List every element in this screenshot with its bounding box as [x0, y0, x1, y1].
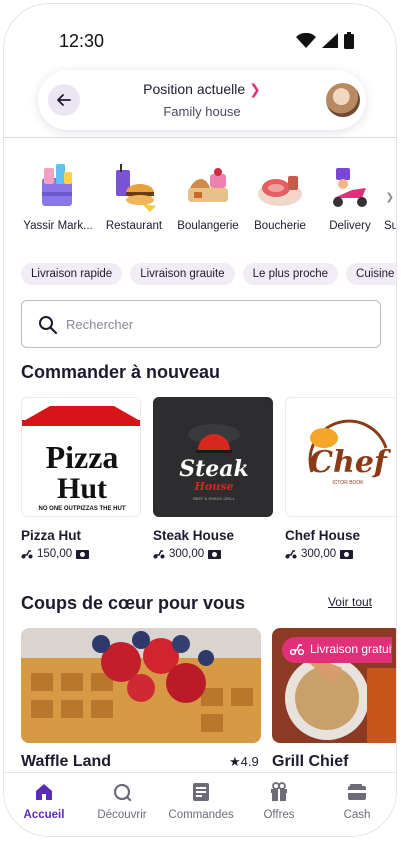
location-title-text: Position actuelle: [143, 81, 246, 97]
waffle-land-image[interactable]: [21, 628, 261, 743]
chip-cuisine[interactable]: Cuisine: [346, 263, 396, 285]
chip-livraison-gratuite[interactable]: Livraison grauite: [130, 263, 235, 285]
restaurant-name: Steak House: [153, 528, 235, 543]
search-input[interactable]: Rechercher: [21, 300, 381, 348]
nav-label: Accueil: [23, 809, 65, 821]
restaurant-price: 300,00: [153, 548, 273, 560]
orders-icon: [163, 781, 239, 803]
scooter-icon: [21, 549, 33, 558]
steak-house-logo-text-1: Steak: [179, 456, 249, 482]
scooter-icon: [285, 549, 297, 558]
grill-chief-name[interactable]: Grill Chief: [272, 753, 348, 771]
pizza-hut-tagline: NO ONE OUTPIZZAS THE HUT: [39, 506, 126, 512]
chip-plus-proche[interactable]: Le plus proche: [242, 263, 339, 285]
steak-house-logo-text-2: House: [194, 480, 234, 493]
location-title[interactable]: Position actuelle ❯: [38, 81, 366, 98]
category-restaurant[interactable]: Restaurant: [96, 162, 172, 232]
steak-house-logo: Steak House BEEF & SHACK GRILL: [153, 397, 273, 517]
delivery-scooter-icon: [322, 162, 378, 212]
restaurant-name: Pizza Hut: [21, 528, 82, 543]
category-label: Boulangerie: [177, 220, 239, 232]
chip-livraison-rapide[interactable]: Livraison rapide: [21, 263, 123, 285]
category-label: Delivery: [329, 220, 371, 232]
search-placeholder: Rechercher: [66, 317, 134, 332]
waffle-land-rating: ★4.9: [229, 754, 259, 770]
chevron-right-icon: ❯: [249, 81, 261, 97]
avatar[interactable]: [326, 83, 360, 117]
restaurant-price: 150,00: [21, 548, 141, 560]
nav-cash[interactable]: Cash: [319, 781, 395, 821]
pizza-hut-logo: Pizza Hut NO ONE OUTPIZZAS THE HUT: [21, 397, 141, 517]
restaurant-name: Chef House: [285, 528, 361, 543]
rating-value: 4.9: [240, 754, 259, 769]
chef-house-logo: Chef ICTOR BOOK: [285, 397, 396, 517]
pizza-hut-logo-text-2: Hut: [57, 472, 107, 505]
filter-chips: Livraison rapide Livraison grauite Le pl…: [21, 263, 396, 285]
status-bar: 12:30: [4, 4, 396, 74]
chef-house-tagline: ICTOR BOOK: [332, 480, 364, 486]
pizza-hut-logo-text-1: Pizza: [46, 439, 119, 475]
location-header[interactable]: Position actuelle ❯ Family house: [38, 70, 366, 130]
fast-food-icon: [106, 162, 162, 212]
price-value: 150,00: [37, 548, 73, 560]
nav-offres[interactable]: Offres: [241, 781, 317, 821]
phone-frame: 12:30 Position actuelle ❯ Family house Ya…: [3, 3, 397, 837]
price-value: 300,00: [169, 548, 205, 560]
price-value: 300,00: [301, 548, 337, 560]
cash-icon: [340, 549, 354, 559]
category-boulangerie[interactable]: Boulangerie: [170, 162, 246, 232]
discover-icon: [84, 781, 160, 803]
category-label: Sup: [384, 220, 396, 232]
gift-icon: [241, 781, 317, 803]
free-delivery-badge: Livraison gratuite: [282, 637, 392, 663]
promo-text: Livraison gratuite: [310, 642, 392, 656]
favorites-title: Coups de cœur pour vous: [21, 593, 246, 613]
location-subtitle: Family house: [163, 104, 241, 119]
category-label: Boucherie: [254, 220, 306, 232]
cash-icon: [208, 549, 222, 559]
waffle-land-name[interactable]: Waffle Land: [21, 753, 111, 771]
scroll-right-icon[interactable]: ❯: [386, 192, 394, 203]
bottom-navigation: Accueil Découvrir Commandes Offres Cash: [4, 772, 396, 836]
battery-icon: [344, 32, 354, 49]
nav-accueil[interactable]: Accueil: [6, 781, 82, 821]
nav-label: Cash: [343, 809, 371, 821]
header-divider: [4, 137, 396, 138]
reorder-title: Commander à nouveau: [21, 362, 221, 382]
category-delivery[interactable]: Delivery: [312, 162, 388, 232]
category-list: Yassir Mark... Restaurant Boulangerie Bo…: [20, 162, 396, 242]
nav-label: Découvrir: [97, 809, 147, 821]
category-label: Yassir Mark...: [23, 220, 93, 232]
scooter-icon: [290, 644, 304, 655]
restaurant-price: 300,00: [285, 548, 396, 560]
nav-label: Offres: [263, 809, 295, 821]
nav-decouvrir[interactable]: Découvrir: [84, 781, 160, 821]
status-time: 12:30: [59, 31, 105, 51]
category-label: Restaurant: [105, 220, 163, 232]
restaurant-card-pizza-hut[interactable]: Pizza Hut NO ONE OUTPIZZAS THE HUT Pizza…: [21, 397, 141, 560]
nav-label: Commandes: [168, 809, 234, 821]
restaurant-card-chef-house[interactable]: Chef ICTOR BOOK Chef House 300,00: [285, 397, 396, 560]
category-boucherie[interactable]: Boucherie: [242, 162, 318, 232]
home-icon: [6, 781, 82, 803]
meat-icon: [252, 162, 308, 212]
category-yassir-market[interactable]: Yassir Mark...: [20, 162, 96, 232]
signal-icon: [322, 33, 338, 48]
nav-commandes[interactable]: Commandes: [163, 781, 239, 821]
grocery-bag-icon: [30, 162, 86, 212]
supermarket-icon: [388, 162, 396, 212]
search-icon: [39, 316, 58, 335]
scooter-icon: [153, 549, 165, 558]
restaurant-card-steak-house[interactable]: Steak House BEEF & SHACK GRILL Steak Hou…: [153, 397, 273, 560]
status-icons: [296, 32, 354, 49]
cash-icon: [76, 549, 90, 559]
wifi-icon: [296, 33, 316, 48]
star-icon: ★: [229, 754, 241, 769]
bakery-icon: [180, 162, 236, 212]
chef-house-logo-text: Chef: [309, 445, 392, 480]
wallet-icon: [319, 781, 395, 803]
see-all-link[interactable]: Voir tout: [328, 595, 372, 609]
steak-house-tagline: BEEF & SHACK GRILL: [193, 496, 236, 501]
